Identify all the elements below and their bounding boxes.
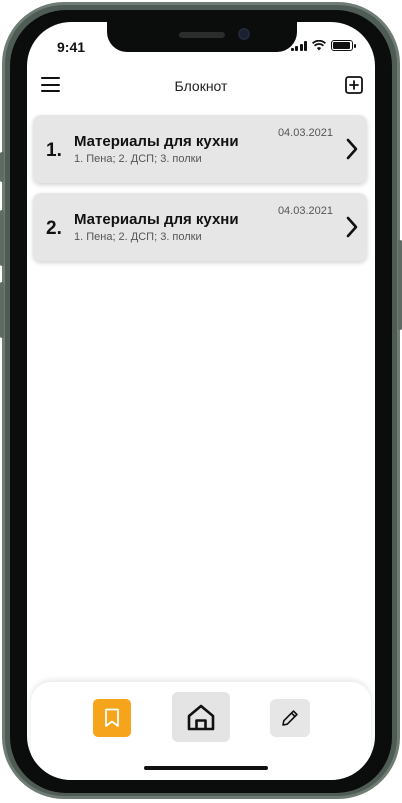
front-camera	[238, 28, 250, 40]
nav-home-button[interactable]	[172, 692, 230, 742]
home-indicator[interactable]	[144, 766, 268, 770]
bookmark-icon	[105, 708, 119, 727]
nav-bookmarks-button[interactable]	[93, 699, 131, 737]
note-card[interactable]: 2. Материалы для кухни 1. Пена; 2. ДСП; …	[33, 193, 367, 261]
chevron-right-icon	[346, 138, 358, 160]
volume-up-button	[0, 210, 4, 266]
page-title: Блокнот	[174, 78, 228, 94]
note-title: Материалы для кухни	[74, 211, 239, 228]
power-button	[398, 240, 402, 330]
wifi-icon	[312, 40, 326, 51]
home-icon	[187, 704, 215, 731]
note-number: 2.	[46, 218, 62, 239]
note-card[interactable]: 1. Материалы для кухни 1. Пена; 2. ДСП; …	[33, 115, 367, 183]
volume-down-button	[0, 282, 4, 338]
status-icons	[290, 40, 356, 51]
note-date: 04.03.2021	[277, 205, 333, 217]
app-header: Блокнот	[27, 72, 375, 102]
bottom-navigation	[31, 682, 371, 780]
note-summary: 1. Пена; 2. ДСП; 3. полки	[74, 231, 202, 243]
nav-edit-button[interactable]	[270, 699, 310, 737]
note-title: Материалы для кухни	[74, 133, 239, 150]
earpiece-speaker	[179, 32, 225, 38]
notch	[107, 22, 297, 52]
chevron-right-icon	[346, 216, 358, 238]
note-date: 04.03.2021	[277, 127, 333, 139]
note-number: 1.	[46, 140, 62, 161]
status-time: 9:41	[57, 39, 86, 55]
mute-switch	[0, 152, 4, 182]
pencil-icon	[282, 710, 298, 726]
note-summary: 1. Пена; 2. ДСП; 3. полки	[74, 153, 202, 165]
phone-screen: 9:41 Блокнот 1. Материалы для кухни 1. П…	[27, 22, 375, 780]
plus-square-icon[interactable]	[345, 76, 363, 94]
signal-icon	[290, 40, 307, 51]
battery-icon	[331, 40, 356, 51]
